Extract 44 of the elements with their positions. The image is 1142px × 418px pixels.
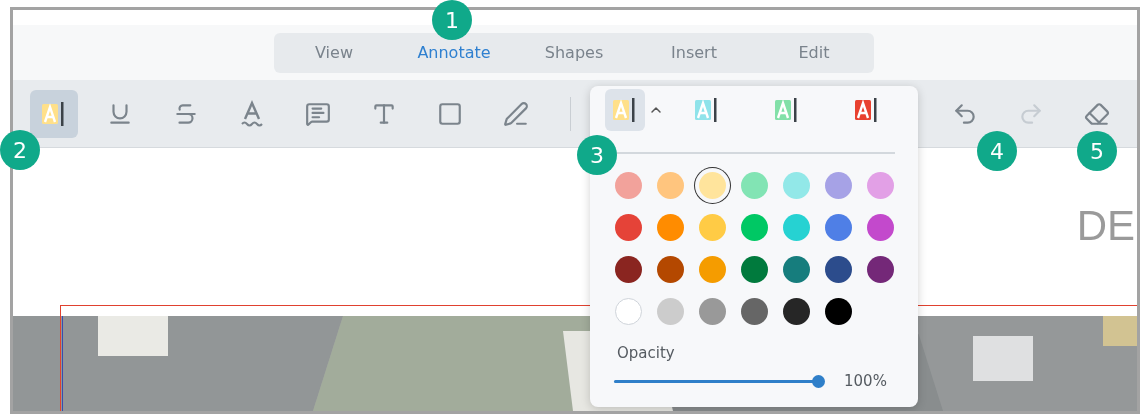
color-swatch[interactable] [783, 172, 810, 199]
color-swatch[interactable] [699, 214, 726, 241]
color-swatch[interactable] [783, 256, 810, 283]
color-swatch[interactable] [783, 298, 810, 325]
callout-badge: 1 [432, 0, 472, 40]
opacity-value: 100% [844, 372, 887, 390]
color-swatch[interactable] [783, 214, 810, 241]
squiggly-text-icon [239, 99, 265, 128]
callout-badge: 2 [0, 130, 40, 170]
color-swatch[interactable] [615, 214, 642, 241]
pen-icon [503, 100, 529, 127]
mode-tab[interactable]: View [274, 32, 394, 73]
color-swatch[interactable] [615, 256, 642, 283]
rectangle-icon [437, 100, 463, 127]
color-swatch[interactable] [657, 298, 684, 325]
color-swatch[interactable] [657, 256, 684, 283]
color-swatch[interactable] [867, 256, 894, 283]
color-swatch[interactable] [699, 256, 726, 283]
color-swatch[interactable] [699, 298, 726, 325]
color-swatch[interactable] [825, 256, 852, 283]
color-swatch[interactable] [741, 256, 768, 283]
color-swatch[interactable] [741, 172, 768, 199]
color-swatch[interactable] [867, 214, 894, 241]
document-heading: DE [1076, 201, 1135, 252]
color-swatch[interactable] [657, 172, 684, 199]
comment-icon [305, 100, 331, 127]
color-swatch[interactable] [615, 172, 642, 199]
color-swatch[interactable] [867, 172, 894, 199]
color-swatch[interactable] [741, 214, 768, 241]
mode-tab[interactable]: Insert [634, 32, 754, 73]
eraser-icon [1084, 100, 1110, 127]
highlight-tool-button[interactable] [30, 89, 78, 138]
slider-thumb[interactable] [812, 374, 825, 388]
color-swatch[interactable] [825, 298, 852, 325]
mode-tab[interactable]: Edit [754, 32, 874, 73]
color-swatch[interactable] [657, 214, 684, 241]
opacity-label: Opacity [617, 344, 676, 362]
color-swatch[interactable] [825, 172, 852, 199]
style-preset-button[interactable] [605, 89, 645, 131]
mode-tab[interactable]: Shapes [514, 32, 634, 73]
color-swatch[interactable] [825, 214, 852, 241]
color-swatch[interactable] [741, 298, 768, 325]
opacity-slider[interactable] [614, 374, 825, 388]
color-swatch[interactable] [615, 298, 642, 325]
